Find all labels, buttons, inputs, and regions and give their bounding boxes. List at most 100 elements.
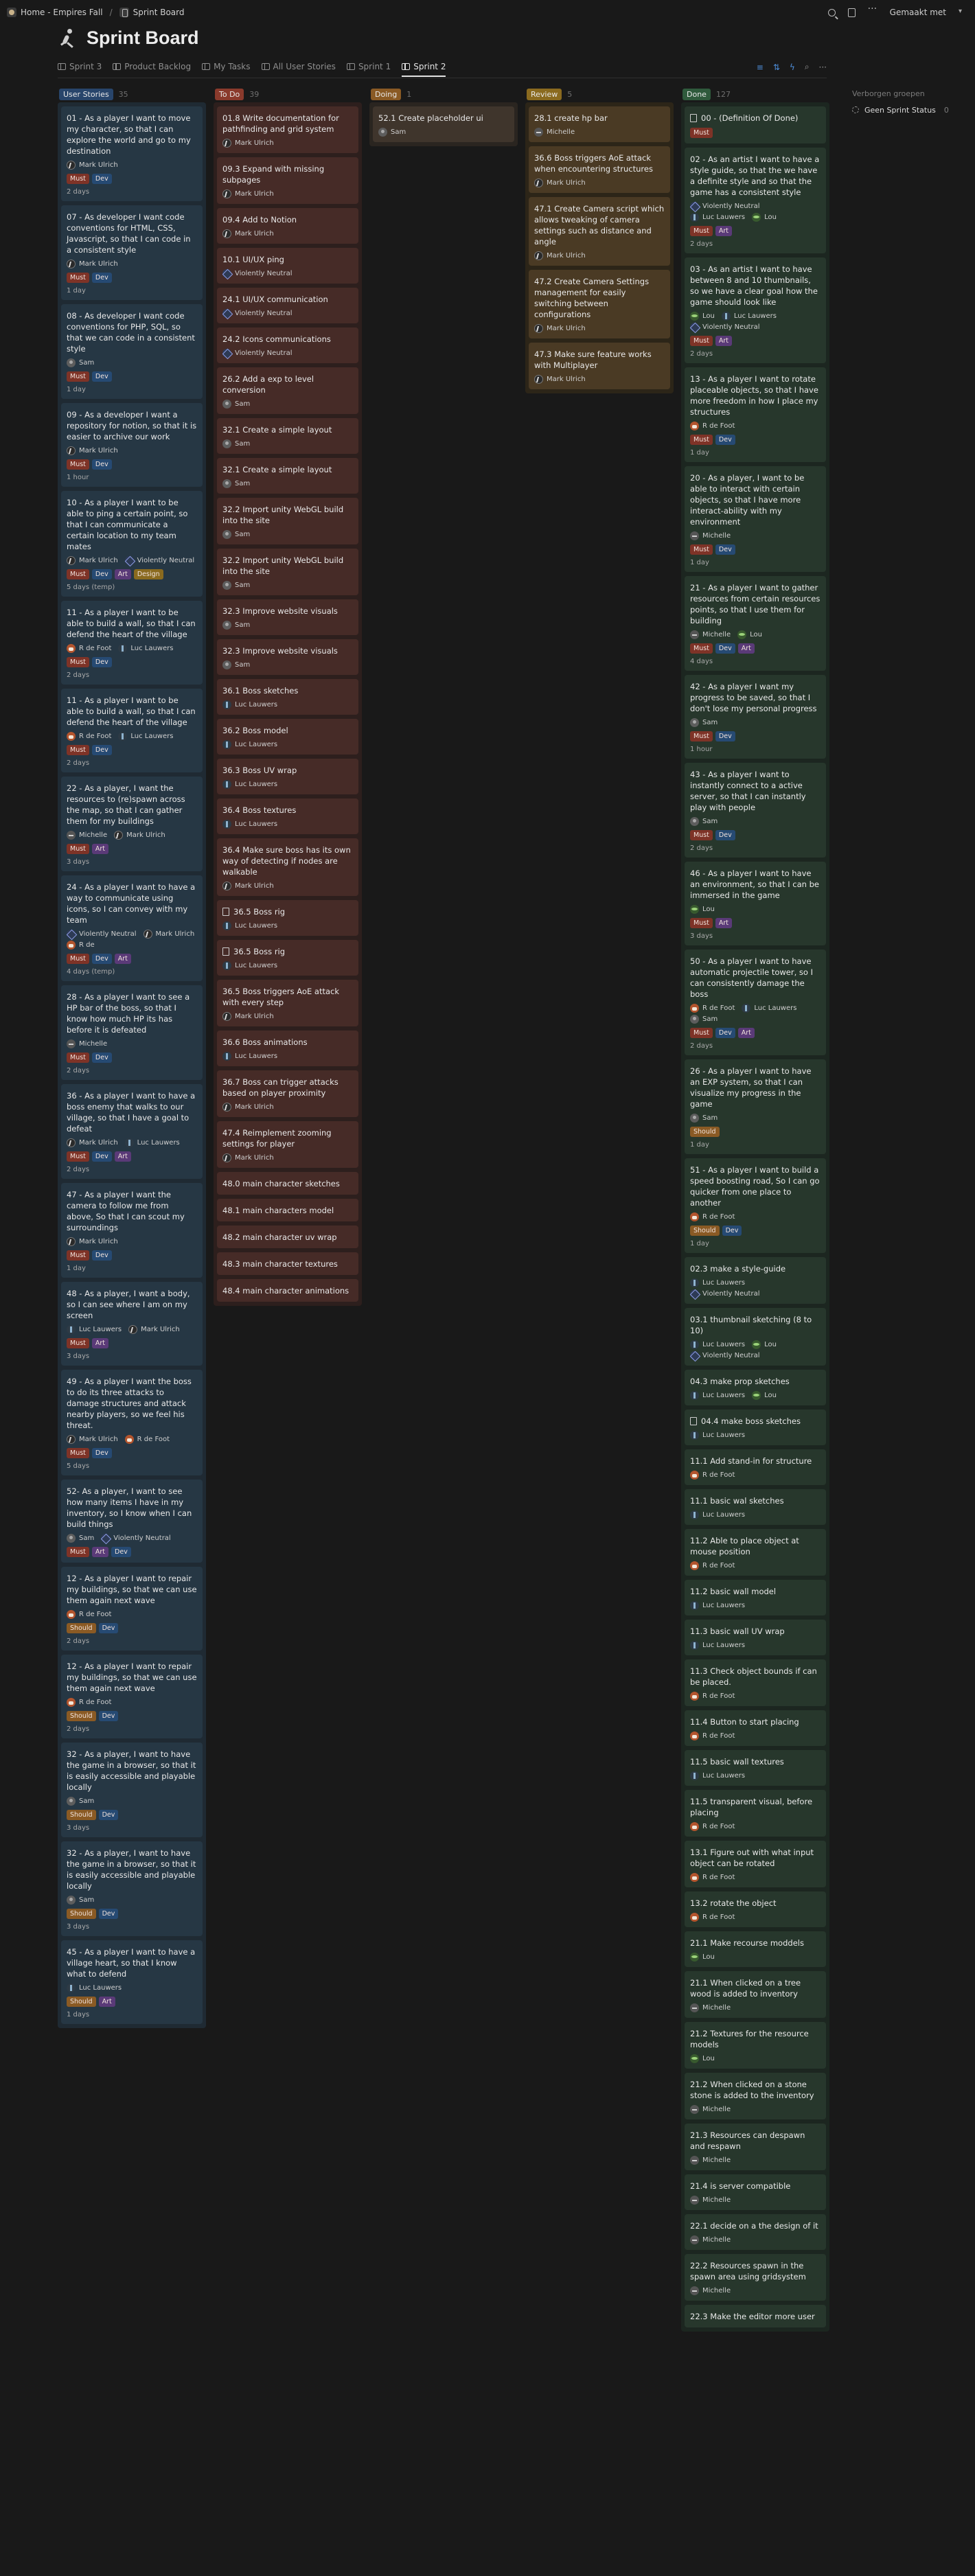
card[interactable]: 21.4 is server compatible Michelle [685,2174,826,2210]
card[interactable]: 11.1 basic wal sketches Luc Lauwers [685,1489,826,1525]
card[interactable]: 36.4 Boss textures Luc Lauwers [217,798,358,834]
card[interactable]: 36.4 Make sure boss has its own way of d… [217,838,358,896]
breadcrumb-board[interactable]: Sprint Board [133,8,185,17]
card[interactable]: 09.3 Expand with missing subpages Mark Ul… [217,157,358,204]
search-icon[interactable]: ⌕ [805,62,810,72]
column-status-tag[interactable]: Review [527,88,562,100]
card[interactable]: 32 - As a player, I want to have the gam… [61,1841,203,1936]
card[interactable]: 45 - As a player I want to have a villag… [61,1940,203,2024]
card[interactable]: 13.1 Figure out with what input object c… [685,1841,826,1887]
card[interactable]: 28 - As a player I want to see a HP bar … [61,985,203,1080]
card[interactable]: 48.3 main character textures [217,1252,358,1275]
card[interactable]: 48.1 main characters model [217,1199,358,1221]
card[interactable]: 36.6 Boss animations Luc Lauwers [217,1031,358,1066]
card[interactable]: 22.1 decide on a the design of it Michell… [685,2214,826,2250]
card[interactable]: 47.2 Create Camera Settings management f… [529,270,670,338]
card[interactable]: 42 - As a player I want my progress to b… [685,675,826,759]
card[interactable]: 03 - As an artist I want to have between… [685,257,826,363]
more-options-icon[interactable] [868,3,878,17]
card[interactable]: 52- As a player, I want to see how many … [61,1480,203,1563]
card[interactable]: 51 - As a player I want to build a speed… [685,1158,826,1253]
card[interactable]: 22 - As a player, I want the resources t… [61,777,203,871]
card[interactable]: 32.1 Create a simple layout Sam [217,418,358,454]
card[interactable]: 36.5 Boss rig Luc Lauwers [217,900,358,936]
card[interactable]: 36.5 Boss triggers AoE attack with every… [217,980,358,1026]
card[interactable]: 36.2 Boss model Luc Lauwers [217,719,358,755]
card[interactable]: 12 - As a player I want to repair my bui… [61,1567,203,1651]
filter-icon[interactable]: ≡ [757,62,764,72]
card[interactable]: 49 - As a player I want the boss to do i… [61,1370,203,1475]
card[interactable]: 26 - As a player I want to have an EXP s… [685,1059,826,1154]
card[interactable]: 12 - As a player I want to repair my bui… [61,1655,203,1738]
card[interactable]: 22.2 Resources spawn in the spawn area u… [685,2254,826,2301]
tab-sprint-3[interactable]: Sprint 3 [58,62,102,76]
card[interactable]: 11.3 basic wall UV wrap Luc Lauwers [685,1620,826,1655]
card[interactable]: 32.3 Improve website visuals Sam [217,599,358,635]
card[interactable]: 36 - As a player I want to have a boss e… [61,1084,203,1179]
column-status-tag[interactable]: Done [682,88,711,100]
tab-my-tasks[interactable]: My Tasks [202,62,251,76]
made-with-label[interactable]: Gemaakt met [890,8,946,17]
card[interactable]: 09.4 Add to Notion Mark Ulrich [217,208,358,244]
card[interactable]: 01.8 Write documentation for pathfinding… [217,106,358,153]
column-status-tag[interactable]: User Stories [59,88,113,100]
card[interactable]: 22.3 Make the editor more user [685,2305,826,2327]
card[interactable]: 47.3 Make sure feature works with Multip… [529,343,670,389]
card[interactable]: 50 - As a player I want to have automati… [685,950,826,1055]
card[interactable]: 36.3 Boss UV wrap Luc Lauwers [217,759,358,794]
card[interactable]: 21.1 When clicked on a tree wood is adde… [685,1971,826,2018]
card[interactable]: 47.1 Create Camera script which allows t… [529,197,670,266]
card[interactable]: 36.7 Boss can trigger attacks based on p… [217,1070,358,1117]
card[interactable]: 11.5 transparent visual, before placing R… [685,1790,826,1837]
card[interactable]: 32.3 Improve website visuals Sam [217,639,358,675]
card[interactable]: 26.2 Add a exp to level conversion Sam [217,367,358,414]
card[interactable]: 36.1 Boss sketches Luc Lauwers [217,679,358,715]
chevron-down-icon[interactable]: ▾ [959,8,968,17]
card[interactable]: 13 - As a player I want to rotate placea… [685,367,826,462]
more-options-icon[interactable]: ··· [819,62,827,72]
card[interactable]: 11 - As a player I want to be able to bu… [61,689,203,772]
card[interactable]: 32.1 Create a simple layout Sam [217,458,358,494]
card[interactable]: 32.2 Import unity WebGL build into the s… [217,549,358,595]
card[interactable]: 21 - As a player I want to gather resour… [685,576,826,671]
card[interactable]: 11.2 Able to place object at mouse posit… [685,1529,826,1576]
card[interactable]: 48 - As a player, I want a body, so I ca… [61,1282,203,1366]
card[interactable]: 48.4 main character animations [217,1279,358,1302]
card[interactable]: 04.4 make boss sketches Luc Lauwers [685,1410,826,1445]
card[interactable]: 02 - As an artist I want to have a style… [685,148,826,253]
card[interactable]: 01 - As a player I want to move my chara… [61,106,203,201]
tab-all-user-stories[interactable]: All User Stories [261,62,336,76]
card[interactable]: 47 - As a player I want the camera to fo… [61,1183,203,1278]
card[interactable]: 21.3 Resources can despawn and respawn Mi… [685,2124,826,2170]
card[interactable]: 02.3 make a style-guide Luc Lauwers Violen… [685,1257,826,1304]
card[interactable]: 13.2 rotate the object R de Foot [685,1891,826,1927]
card[interactable]: 24.1 UI/UX communication Violently Neutra… [217,288,358,323]
card[interactable]: 04.3 make prop sketches Luc Lauwers Lou [685,1370,826,1405]
breadcrumb-home[interactable]: Home - Empires Fall [21,8,103,17]
card[interactable]: 11.4 Button to start placing R de Foot [685,1710,826,1746]
card[interactable]: 11.5 basic wall textures Luc Lauwers [685,1750,826,1786]
card[interactable]: 24 - As a player I want to have a way to… [61,875,203,981]
card[interactable]: 36.5 Boss rig Luc Lauwers [217,940,358,976]
card[interactable]: 36.6 Boss triggers AoE attack when encou… [529,146,670,193]
duplicate-icon[interactable] [847,8,856,17]
card[interactable]: 52.1 Create placeholder ui Sam [373,106,514,142]
card[interactable]: 11 - As a player I want to be able to bu… [61,601,203,685]
card[interactable]: 11.3 Check object bounds if can be place… [685,1659,826,1706]
card[interactable]: 32.2 Import unity WebGL build into the s… [217,498,358,544]
card[interactable]: 00 - (Definition Of Done) Must [685,106,826,143]
card[interactable]: 47.4 Reimplement zooming settings for pl… [217,1121,358,1168]
automation-icon[interactable]: ϟ [790,62,795,72]
card[interactable]: 43 - As a player I want to instantly con… [685,763,826,858]
hidden-group-no-status[interactable]: Geen Sprint Status 0 [852,102,955,117]
column-status-tag[interactable]: Doing [371,88,402,100]
card[interactable]: 03.1 thumbnail sketching (8 to 10) Luc La… [685,1308,826,1366]
card[interactable]: 07 - As developer I want code convention… [61,205,203,300]
card[interactable]: 11.2 basic wall model Luc Lauwers [685,1580,826,1615]
card[interactable]: 48.0 main character sketches [217,1172,358,1195]
card[interactable]: 10.1 UI/UX ping Violently Neutral [217,248,358,284]
tab-sprint-2[interactable]: Sprint 2 [402,62,446,77]
card[interactable]: 21.2 Textures for the resource models Lou [685,2022,826,2069]
card[interactable]: 28.1 create hp bar Michelle [529,106,670,142]
card[interactable]: 21.2 When clicked on a stone stone is ad… [685,2073,826,2119]
